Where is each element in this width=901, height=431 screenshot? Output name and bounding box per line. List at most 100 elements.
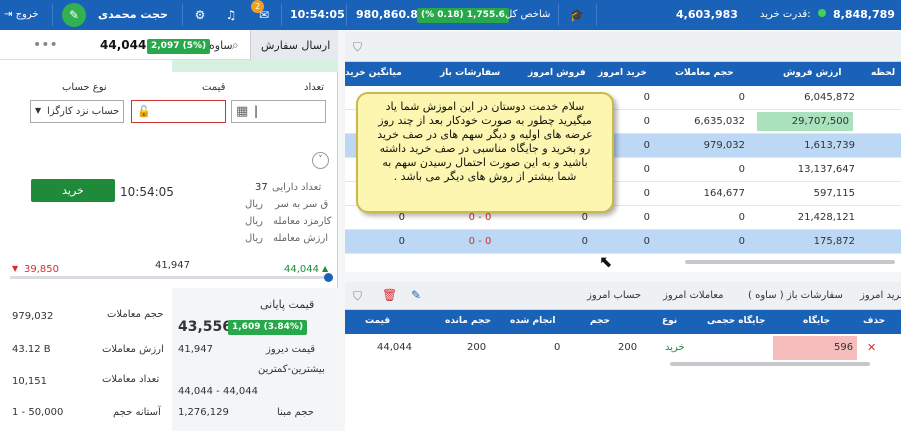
header-position[interactable]: جایگاه bbox=[803, 316, 830, 326]
horizontal-scrollbar[interactable] bbox=[685, 260, 895, 264]
header-type[interactable]: نوع bbox=[662, 316, 677, 326]
symbol-name[interactable]: ساوه bbox=[209, 39, 233, 52]
lock-icon: 🔓 bbox=[137, 105, 151, 118]
notification-badge: 2 bbox=[251, 0, 264, 13]
buy-button[interactable]: خرید bbox=[31, 179, 115, 202]
yesterday-price-label: قیمت دیروز bbox=[266, 344, 315, 355]
cell-open-orders: 0 - 0 bbox=[468, 212, 492, 223]
tab-today-account[interactable]: حساب امروز bbox=[587, 290, 641, 301]
range-high: 44,044 bbox=[284, 264, 319, 275]
cell-open-orders: 0 - 0 bbox=[468, 236, 492, 247]
buying-power-label: قدرت خرید: bbox=[760, 9, 811, 20]
exit-icon: ⇥ bbox=[4, 9, 13, 20]
clock: 10:54:05 bbox=[290, 8, 345, 21]
max-min-label: بیشترین-کمترین bbox=[258, 364, 325, 375]
cell-volume: 0 bbox=[738, 164, 745, 175]
header-remaining[interactable]: حجم مانده bbox=[445, 316, 491, 326]
top-bar: ⇥ خروج ✎ حجت محمدی ⚙ ♫ ✉ 2 10:54:05 980,… bbox=[0, 0, 901, 30]
quantity-label: تعداد bbox=[304, 82, 325, 93]
orders-panel: ⛉ 🗑 ✎ حساب امروز معاملات امروز سفارشات ب… bbox=[345, 282, 901, 431]
delete-icon[interactable]: ✕ bbox=[867, 341, 876, 354]
price-input[interactable]: 🔓 bbox=[131, 100, 226, 123]
pencil-icon[interactable]: ✎ bbox=[411, 288, 421, 302]
final-price-label: قیمت پایانی bbox=[260, 298, 315, 311]
tutorial-tooltip: سلام خدمت دوستان در این اموزش شما یاد می… bbox=[356, 92, 614, 213]
symbol-price: 44,044 bbox=[100, 38, 147, 52]
quantity-input[interactable]: ▦ | bbox=[231, 100, 326, 123]
horizontal-scrollbar[interactable] bbox=[670, 362, 870, 366]
cell-sell-value: 597,115 bbox=[813, 188, 855, 199]
header-moment[interactable]: لحظه bbox=[871, 68, 895, 78]
volume-threshold: 1 - 50,000 bbox=[12, 407, 64, 418]
header-sell-value[interactable]: ارزش فروش bbox=[783, 68, 842, 78]
max-min: 44,044 - 44,044 bbox=[178, 386, 258, 397]
header-delete[interactable]: حذف bbox=[863, 316, 885, 326]
cell-sell-today: 0 bbox=[581, 236, 588, 247]
cell-volume: 0 bbox=[738, 92, 745, 103]
header-done[interactable]: انجام شده bbox=[510, 316, 555, 326]
filter-icon[interactable]: ⛉ bbox=[353, 40, 362, 55]
order-done: 0 bbox=[554, 342, 561, 353]
order-row[interactable]: 44,044 200 0 200 خرید 596 ✕ bbox=[345, 336, 901, 360]
header-open-orders[interactable]: سفارشات باز bbox=[440, 68, 500, 78]
cell-sell-value: 6,045,872 bbox=[804, 92, 855, 103]
price-range-bar bbox=[10, 276, 332, 279]
cell-volume: 6,635,032 bbox=[694, 116, 745, 127]
header-buy-today[interactable]: خرید امروز bbox=[598, 68, 647, 78]
calculator-icon[interactable]: ▦ bbox=[236, 104, 248, 119]
header-volume[interactable]: حجم معاملات bbox=[675, 68, 734, 78]
trade-count: 10,151 bbox=[12, 376, 47, 387]
buy-sell-tab-strip[interactable] bbox=[172, 60, 338, 72]
order-type: خرید bbox=[665, 342, 685, 353]
order-remaining: 200 bbox=[467, 342, 487, 353]
cell-volume: 164,677 bbox=[703, 188, 745, 199]
exit-button[interactable]: ⇥ خروج bbox=[4, 0, 39, 30]
chevron-down-icon[interactable]: ˅ bbox=[312, 152, 329, 169]
cell-volume: 979,032 bbox=[703, 140, 745, 151]
order-price: 44,044 bbox=[377, 342, 412, 353]
cell-volume: 0 bbox=[738, 212, 745, 223]
range-mid: 41,947 bbox=[155, 260, 190, 271]
tab-send-order[interactable]: ارسال سفارش bbox=[250, 30, 338, 60]
yesterday-price: 41,947 bbox=[178, 344, 213, 355]
order-volume: 200 bbox=[618, 342, 638, 353]
header-price[interactable]: قیمت bbox=[365, 316, 390, 326]
search-icon[interactable]: ⌕ bbox=[232, 38, 239, 53]
header-volume-position[interactable]: جایگاه حجمی bbox=[707, 316, 765, 326]
tab-today-trades[interactable]: معاملات امروز bbox=[663, 290, 723, 301]
filter-icon[interactable]: ⛉ bbox=[353, 289, 362, 304]
header-avg-buy[interactable]: میانگین خرید bbox=[345, 68, 402, 78]
cell-sell-value: 29,707,500 bbox=[757, 112, 853, 131]
graduation-cap-icon[interactable]: 🎓 bbox=[568, 6, 586, 24]
trash-icon[interactable]: 🗑 bbox=[382, 288, 397, 302]
order-panel: ••• 44,044 2,097 (5%) ساوه ⌕ ارسال سفارش… bbox=[0, 30, 338, 431]
gear-icon[interactable]: ⚙ bbox=[191, 6, 209, 24]
bell-icon[interactable]: ♫ bbox=[222, 6, 240, 24]
price-label: قیمت bbox=[202, 82, 226, 93]
account-type-select[interactable]: ▼ حساب نزد کارگزا bbox=[30, 100, 124, 123]
cell-avg-buy: 0 bbox=[398, 236, 405, 247]
account-type-label: نوع حساب bbox=[62, 82, 107, 93]
price-range-marker bbox=[324, 273, 333, 282]
base-volume: 1,276,129 bbox=[178, 407, 229, 418]
volume-threshold-label: آستانه حجم bbox=[113, 407, 161, 418]
range-high-arrow-icon: ▲ bbox=[322, 264, 329, 273]
mouse-cursor-icon: ⬉ bbox=[599, 252, 613, 271]
header-volume[interactable]: حجم bbox=[590, 316, 610, 326]
avatar[interactable]: ✎ bbox=[62, 3, 86, 27]
cell-sell-value: 13,137,647 bbox=[797, 164, 855, 175]
tab-open-orders[interactable]: سفارشات باز ( ساوه ) bbox=[748, 290, 843, 301]
table-row[interactable]: 175,872 0 0 0 0 - 0 0 bbox=[345, 230, 901, 254]
header-sell-today[interactable]: فروش امروز bbox=[528, 68, 586, 78]
trade-count-label: تعداد معاملات bbox=[102, 374, 160, 385]
tab-today-buy[interactable]: خرید امروز bbox=[860, 290, 901, 301]
range-low: 39,850 bbox=[24, 264, 59, 275]
range-low-arrow-icon: ▼ bbox=[12, 264, 19, 273]
more-icon[interactable]: ••• bbox=[33, 37, 58, 53]
asset-count-label: تعداد دارایی bbox=[272, 182, 322, 193]
cell-sell-value: 175,872 bbox=[813, 236, 855, 247]
cell-sell-value: 1,613,739 bbox=[804, 140, 855, 151]
order-position: 596 bbox=[834, 342, 854, 353]
cell-volume: 0 bbox=[738, 236, 745, 247]
asset-count-value: 37 bbox=[255, 182, 268, 193]
